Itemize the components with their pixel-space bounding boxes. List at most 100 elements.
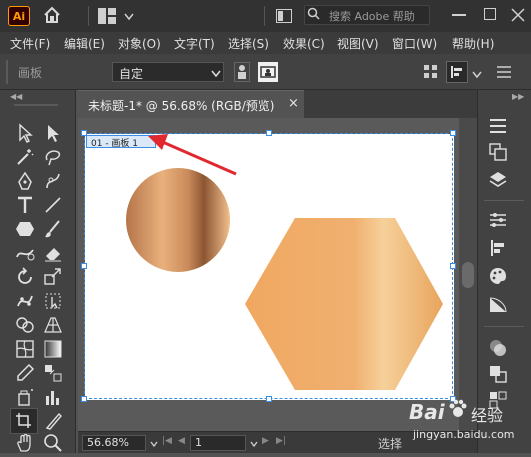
mesh-tool-icon[interactable]	[14, 338, 36, 360]
artboard-name: 01 - 画板 1	[91, 139, 139, 149]
paintbrush-tool-icon[interactable]	[42, 218, 64, 240]
blend-tool-icon[interactable]	[42, 362, 64, 384]
line-segment-tool-icon[interactable]	[42, 194, 64, 216]
workspace-layout-icon[interactable]	[98, 8, 120, 27]
artboard-number-field[interactable]: 1	[190, 435, 246, 451]
chevron-down-icon[interactable]	[472, 68, 482, 82]
zoom-field[interactable]: 56.68%	[82, 435, 146, 451]
menu-file[interactable]: 文件(F)	[10, 35, 50, 52]
menu-select[interactable]: 选择(S)	[228, 35, 269, 52]
perspective-grid-tool-icon[interactable]	[42, 314, 64, 336]
home-icon[interactable]	[42, 5, 62, 28]
last-artboard-icon[interactable]: ▶|	[276, 436, 286, 446]
title-bar: Ai 搜索 Adobe 帮助	[0, 0, 531, 32]
collapse-arrows-icon[interactable]: ◀◀	[10, 92, 22, 101]
menu-help[interactable]: 帮助(H)	[452, 35, 494, 52]
watermark-url: jingyan.baidu.com	[413, 428, 515, 441]
type-tool-icon[interactable]	[14, 194, 36, 216]
expand-arrows-icon[interactable]: ▶▶	[512, 92, 524, 101]
search-field[interactable]: 搜索 Adobe 帮助	[304, 5, 430, 25]
symbol-sprayer-tool-icon[interactable]	[14, 386, 36, 408]
red-arrow-annotation	[148, 134, 237, 176]
rotate-tool-icon[interactable]	[14, 266, 36, 288]
menu-lines-icon[interactable]	[496, 64, 512, 83]
shaper-tool-icon[interactable]	[14, 242, 36, 264]
transparency-panel-icon[interactable]	[488, 338, 508, 358]
free-transform-tool-icon[interactable]	[42, 290, 64, 312]
menu-object[interactable]: 对象(O)	[118, 35, 161, 52]
eraser-tool-icon[interactable]	[42, 242, 64, 264]
paw-icon	[447, 398, 469, 423]
search-placeholder: 搜索 Adobe 帮助	[329, 10, 415, 23]
chevron-down-icon	[211, 67, 221, 78]
scale-tool-icon[interactable]	[42, 266, 64, 288]
properties-panel-icon[interactable]	[488, 116, 508, 136]
chevron-down-icon[interactable]	[250, 437, 258, 451]
menu-view[interactable]: 视图(V)	[337, 35, 379, 52]
menu-bar: 文件(F) 编辑(E) 对象(O) 文字(T) 选择(S) 效果(C) 视图(V…	[0, 32, 531, 54]
libraries-panel-icon[interactable]	[488, 142, 508, 162]
minimize-icon[interactable]	[452, 14, 466, 16]
menu-edit[interactable]: 编辑(E)	[64, 35, 105, 52]
ai-logo: Ai	[8, 6, 30, 26]
grip-handle[interactable]	[14, 104, 58, 106]
divider	[264, 6, 265, 26]
gradient-tool-icon[interactable]	[42, 338, 64, 360]
tools-panel: ◀◀	[0, 90, 76, 453]
control-bar: 画板 自定	[0, 54, 531, 90]
arrange-documents-icon[interactable]	[276, 9, 292, 26]
column-graph-tool-icon[interactable]	[42, 386, 64, 408]
resize-handle[interactable]	[81, 263, 87, 269]
selection-tool-icon[interactable]	[14, 122, 36, 144]
resize-handle[interactable]	[450, 130, 456, 136]
hand-tool-icon[interactable]	[14, 432, 36, 454]
resize-handle[interactable]	[266, 130, 272, 136]
resize-handle[interactable]	[81, 396, 87, 402]
polygon-tool-icon[interactable]	[14, 218, 36, 240]
zoom-tool-icon[interactable]	[42, 432, 64, 454]
transform-panel-icon[interactable]	[488, 210, 508, 230]
layers-panel-icon[interactable]	[488, 170, 508, 190]
grip-handle[interactable]	[6, 60, 8, 84]
close-icon[interactable]	[510, 4, 526, 27]
lasso-tool-icon[interactable]	[42, 146, 64, 168]
preset-dropdown[interactable]: 自定	[112, 62, 224, 82]
curvature-tool-icon[interactable]	[42, 170, 64, 192]
color-panel-icon[interactable]	[488, 266, 508, 286]
align-icon[interactable]	[446, 61, 468, 83]
eyedropper-tool-icon[interactable]	[14, 362, 36, 384]
next-artboard-icon[interactable]: ▶	[262, 436, 269, 446]
watermark-brand: Bai	[409, 400, 445, 424]
maximize-icon[interactable]	[484, 8, 496, 20]
direct-selection-tool-icon[interactable]	[42, 122, 64, 144]
menu-type[interactable]: 文字(T)	[174, 35, 215, 52]
previous-artboard-icon[interactable]: ◀	[178, 436, 185, 446]
artboard-tool-icon[interactable]	[10, 408, 38, 434]
canvas-area[interactable]: 01 - 画板 1	[78, 118, 477, 431]
portrait-icon[interactable]	[234, 62, 250, 82]
gradient-panel-icon[interactable]	[488, 294, 508, 314]
pen-tool-icon[interactable]	[14, 170, 36, 192]
magic-wand-tool-icon[interactable]	[14, 146, 36, 168]
slice-tool-icon[interactable]	[42, 410, 64, 432]
tab-close-icon[interactable]: ×	[288, 96, 299, 111]
resize-handle[interactable]	[450, 263, 456, 269]
shape-builder-tool-icon[interactable]	[14, 314, 36, 336]
first-artboard-icon[interactable]: |◀	[162, 436, 172, 446]
divider	[484, 200, 524, 201]
document-tab[interactable]: 未标题-1* @ 56.68% (RGB/预览) ×	[78, 90, 304, 118]
grid-icon[interactable]	[424, 65, 438, 82]
search-icon	[307, 7, 323, 24]
chevron-down-icon[interactable]	[150, 437, 158, 451]
align-panel-icon[interactable]	[488, 238, 508, 258]
menu-window[interactable]: 窗口(W)	[392, 35, 437, 52]
pathfinder-panel-icon[interactable]	[488, 364, 508, 384]
menu-effect[interactable]: 效果(C)	[283, 35, 325, 52]
tab-strip	[304, 90, 477, 118]
landscape-icon[interactable]	[258, 62, 278, 82]
chevron-down-icon[interactable]	[124, 10, 134, 24]
resize-handle[interactable]	[266, 396, 272, 402]
artboard-number: 1	[195, 436, 202, 449]
scrollbar-thumb[interactable]	[462, 262, 474, 288]
puppet-warp-tool-icon[interactable]	[14, 290, 36, 312]
